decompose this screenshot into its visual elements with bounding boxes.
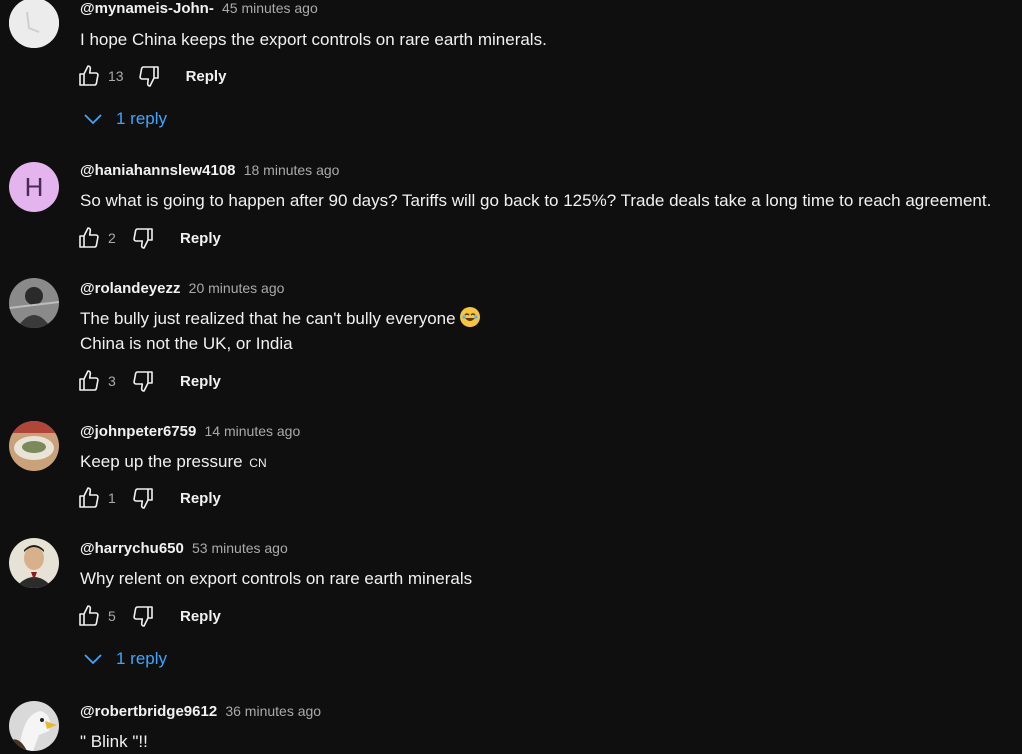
like-button[interactable] bbox=[76, 63, 102, 89]
comment-actions: 2 Reply bbox=[76, 224, 221, 252]
thumbs-down-icon bbox=[133, 488, 153, 509]
like-count: 3 bbox=[108, 373, 116, 389]
flag-emoji-cn: CN bbox=[249, 456, 267, 470]
avatar[interactable] bbox=[9, 701, 59, 751]
thumbs-up-icon bbox=[79, 370, 99, 391]
comment-header: @rolandeyezz 20 minutes ago bbox=[80, 280, 284, 297]
like-button[interactable] bbox=[76, 368, 102, 394]
reply-button[interactable]: Reply bbox=[180, 373, 221, 390]
thumbs-up-icon bbox=[79, 227, 99, 248]
author-name[interactable]: @rolandeyezz bbox=[80, 280, 181, 297]
like-button[interactable] bbox=[76, 225, 102, 251]
comment-text: " Blink "!! bbox=[80, 729, 148, 754]
avatar-image-icon bbox=[9, 278, 59, 328]
timestamp[interactable]: 45 minutes ago bbox=[222, 0, 318, 16]
comment-text: So what is going to happen after 90 days… bbox=[80, 188, 991, 213]
author-name[interactable]: @harrychu650 bbox=[80, 540, 184, 557]
thumbs-up-icon bbox=[79, 65, 99, 86]
like-count: 1 bbox=[108, 490, 116, 506]
replies-count-label: 1 reply bbox=[116, 649, 168, 668]
timestamp[interactable]: 18 minutes ago bbox=[244, 162, 340, 178]
author-name[interactable]: @mynameis-John- bbox=[80, 0, 214, 17]
reply-button[interactable]: Reply bbox=[186, 68, 227, 85]
comment-text: Why relent on export controls on rare ea… bbox=[80, 566, 472, 591]
avatar-image-icon bbox=[9, 0, 59, 48]
comment-line: " Blink "!! bbox=[80, 732, 148, 751]
author-name[interactable]: @johnpeter6759 bbox=[80, 423, 196, 440]
chevron-down-icon bbox=[84, 114, 102, 125]
comment-actions: 1 Reply bbox=[76, 484, 221, 512]
dislike-button[interactable] bbox=[130, 603, 156, 629]
laughing-face-emoji-icon bbox=[459, 307, 480, 327]
comment-line: The bully just realized that he can't bu… bbox=[80, 306, 480, 331]
dislike-button[interactable] bbox=[136, 63, 162, 89]
dislike-button[interactable] bbox=[130, 225, 156, 251]
dislike-button[interactable] bbox=[130, 368, 156, 394]
avatar-letter: H bbox=[24, 171, 44, 202]
thumbs-down-icon bbox=[133, 606, 153, 627]
comment-actions: 3 Reply bbox=[76, 367, 221, 395]
comment-line-text: The bully just realized that he can't bu… bbox=[80, 309, 456, 328]
comment-actions: 13 Reply bbox=[76, 62, 226, 90]
comment-line: So what is going to happen after 90 days… bbox=[80, 191, 992, 210]
comment-line: I hope China keeps the export controls o… bbox=[80, 30, 547, 49]
avatar-image-icon bbox=[9, 701, 59, 751]
thumbs-down-icon bbox=[138, 66, 159, 87]
like-count: 2 bbox=[108, 230, 116, 246]
view-replies-button[interactable]: 1 reply bbox=[84, 646, 167, 672]
thumbs-down-icon bbox=[133, 371, 153, 392]
reply-button[interactable]: Reply bbox=[180, 230, 221, 247]
avatar-image-icon bbox=[9, 538, 59, 588]
view-replies-button[interactable]: 1 reply bbox=[84, 106, 167, 132]
chevron-down-icon bbox=[84, 654, 102, 665]
comment-header: @mynameis-John- 45 minutes ago bbox=[80, 0, 318, 17]
avatar-image-icon bbox=[9, 421, 59, 471]
avatar[interactable] bbox=[9, 0, 59, 48]
like-count: 5 bbox=[108, 608, 116, 624]
avatar[interactable] bbox=[9, 538, 59, 588]
author-name[interactable]: @haniahannslew4108 bbox=[80, 162, 236, 179]
thumbs-down-icon bbox=[133, 228, 153, 249]
like-count: 13 bbox=[108, 68, 124, 84]
thumbs-up-icon bbox=[79, 487, 99, 508]
author-name[interactable]: @robertbridge9612 bbox=[80, 703, 217, 720]
dislike-button[interactable] bbox=[130, 485, 156, 511]
comment-text: Keep up the pressure CN bbox=[80, 449, 267, 476]
comment-text: The bully just realized that he can't bu… bbox=[80, 306, 480, 356]
comment-line: Keep up the pressure CN bbox=[80, 449, 267, 476]
comment-header: @haniahannslew4108 18 minutes ago bbox=[80, 162, 339, 179]
like-button[interactable] bbox=[76, 603, 102, 629]
comment-actions: 5 Reply bbox=[76, 602, 221, 630]
like-button[interactable] bbox=[76, 485, 102, 511]
comment-line: China is not the UK, or India bbox=[80, 334, 293, 353]
comment-header: @robertbridge9612 36 minutes ago bbox=[80, 703, 321, 720]
thumbs-up-icon bbox=[79, 605, 99, 626]
timestamp[interactable]: 14 minutes ago bbox=[205, 423, 301, 439]
avatar[interactable] bbox=[9, 421, 59, 471]
reply-button[interactable]: Reply bbox=[180, 608, 221, 625]
avatar[interactable]: H bbox=[9, 162, 59, 212]
timestamp[interactable]: 36 minutes ago bbox=[225, 703, 321, 719]
comment-line-text: Keep up the pressure bbox=[80, 452, 243, 471]
timestamp[interactable]: 53 minutes ago bbox=[192, 540, 288, 556]
comment-header: @harrychu650 53 minutes ago bbox=[80, 540, 288, 557]
comment-text: I hope China keeps the export controls o… bbox=[80, 27, 547, 52]
reply-button[interactable]: Reply bbox=[180, 490, 221, 507]
comment-line: Why relent on export controls on rare ea… bbox=[80, 569, 473, 588]
avatar[interactable] bbox=[9, 278, 59, 328]
comment-header: @johnpeter6759 14 minutes ago bbox=[80, 423, 300, 440]
replies-count-label: 1 reply bbox=[116, 109, 168, 128]
timestamp[interactable]: 20 minutes ago bbox=[189, 280, 285, 296]
